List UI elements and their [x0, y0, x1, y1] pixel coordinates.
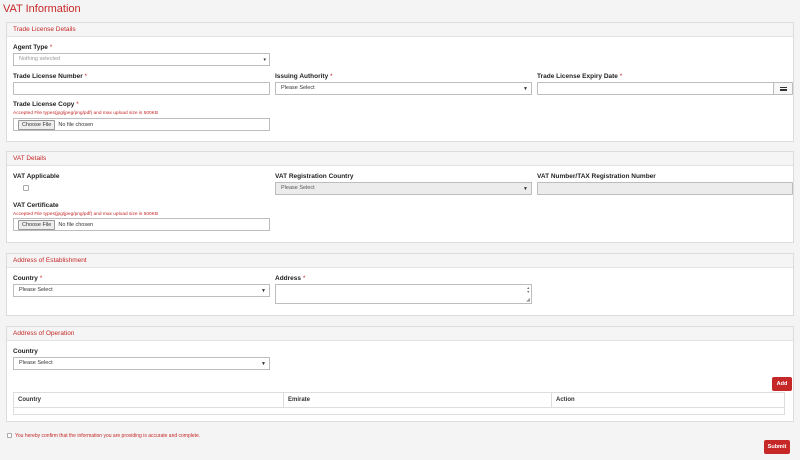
trade-license-panel: Trade License Details Agent Type * Nothi…	[6, 22, 794, 142]
vat-certificate-hint: Accepted File types(jpg/jpeg/png/pdf) an…	[13, 212, 159, 217]
expiry-date-input[interactable]	[537, 82, 793, 95]
trade-license-copy-label: Trade License Copy *	[13, 101, 79, 108]
calendar-icon[interactable]	[773, 83, 792, 94]
column-header-country: Country	[14, 393, 284, 407]
confirm-checkbox[interactable]	[7, 433, 12, 438]
vat-country-select[interactable]: Please Select ▼	[275, 182, 532, 195]
file-status: No file chosen	[58, 221, 94, 228]
caret-down-icon: ▼	[523, 86, 528, 92]
establishment-heading: Address of Establishment	[7, 254, 793, 268]
choose-file-button[interactable]: Choose File	[18, 119, 56, 130]
column-header-action: Action	[556, 397, 575, 403]
establishment-country-value: Please Select	[19, 287, 53, 293]
operation-country-value: Please Select	[19, 360, 53, 366]
agent-type-select[interactable]: Nothing selected ▾	[13, 53, 270, 66]
trade-license-heading: Trade License Details	[7, 23, 793, 37]
column-header-emirate: Emirate	[284, 393, 552, 407]
vat-country-value: Please Select	[281, 185, 315, 191]
file-status: No file chosen	[58, 121, 94, 128]
caret-down-icon: ▾	[263, 57, 266, 63]
scroll-arrows-icon[interactable]: ▲ ▼	[527, 286, 530, 294]
issuing-authority-select[interactable]: Please Select ▼	[275, 82, 532, 95]
table-header-row: Country Emirate Action	[14, 393, 784, 408]
operation-panel: Address of Operation Country Please Sele…	[6, 326, 794, 422]
vat-number-input[interactable]	[537, 182, 793, 195]
vat-details-panel: VAT Details VAT Applicable VAT Registrat…	[6, 151, 794, 243]
trade-license-copy-file[interactable]: Choose File No file chosen	[13, 118, 270, 131]
vat-number-label: VAT Number/TAX Registration Number	[537, 173, 656, 180]
table-empty-row	[14, 408, 784, 414]
vat-details-heading: VAT Details	[7, 152, 793, 166]
expiry-date-label: Trade License Expiry Date *	[537, 73, 623, 80]
caret-down-icon: ▼	[261, 361, 266, 367]
resize-grip-icon[interactable]: ◢	[526, 297, 530, 303]
establishment-country-label: Country *	[13, 275, 43, 282]
vat-certificate-file[interactable]: Choose File No file chosen	[13, 218, 270, 231]
trade-license-number-input[interactable]	[13, 82, 270, 95]
operation-table: Country Emirate Action	[13, 392, 785, 415]
establishment-address-textarea[interactable]: ▲ ▼ ◢	[275, 284, 532, 304]
submit-button[interactable]: Submit	[764, 440, 790, 454]
operation-heading: Address of Operation	[7, 327, 793, 341]
agent-type-label: Agent Type *	[13, 44, 53, 51]
vat-applicable-label: VAT Applicable	[13, 173, 60, 180]
operation-country-select[interactable]: Please Select ▼	[13, 357, 270, 370]
add-button[interactable]: Add	[772, 377, 792, 391]
confirm-text: You hereby confirm that the information …	[15, 433, 201, 439]
caret-down-icon: ▼	[261, 288, 266, 294]
vat-certificate-label: VAT Certificate	[13, 202, 59, 209]
choose-file-button[interactable]: Choose File	[18, 219, 56, 230]
agent-type-value: Nothing selected	[19, 56, 60, 62]
establishment-panel: Address of Establishment Country * Pleas…	[6, 253, 794, 316]
trade-license-number-label: Trade License Number *	[13, 73, 88, 80]
page-title: VAT Information	[3, 3, 81, 15]
vat-country-label: VAT Registration Country	[275, 173, 354, 180]
issuing-authority-value: Please Select	[281, 85, 315, 91]
issuing-authority-label: Issuing Authority *	[275, 73, 333, 80]
caret-down-icon: ▼	[523, 186, 528, 192]
establishment-country-select[interactable]: Please Select ▼	[13, 284, 270, 297]
establishment-address-label: Address *	[275, 275, 306, 282]
trade-license-copy-hint: Accepted File types(jpg/jpeg/png/pdf) an…	[13, 111, 159, 116]
vat-applicable-checkbox[interactable]	[23, 185, 29, 191]
operation-country-label: Country	[13, 348, 38, 355]
